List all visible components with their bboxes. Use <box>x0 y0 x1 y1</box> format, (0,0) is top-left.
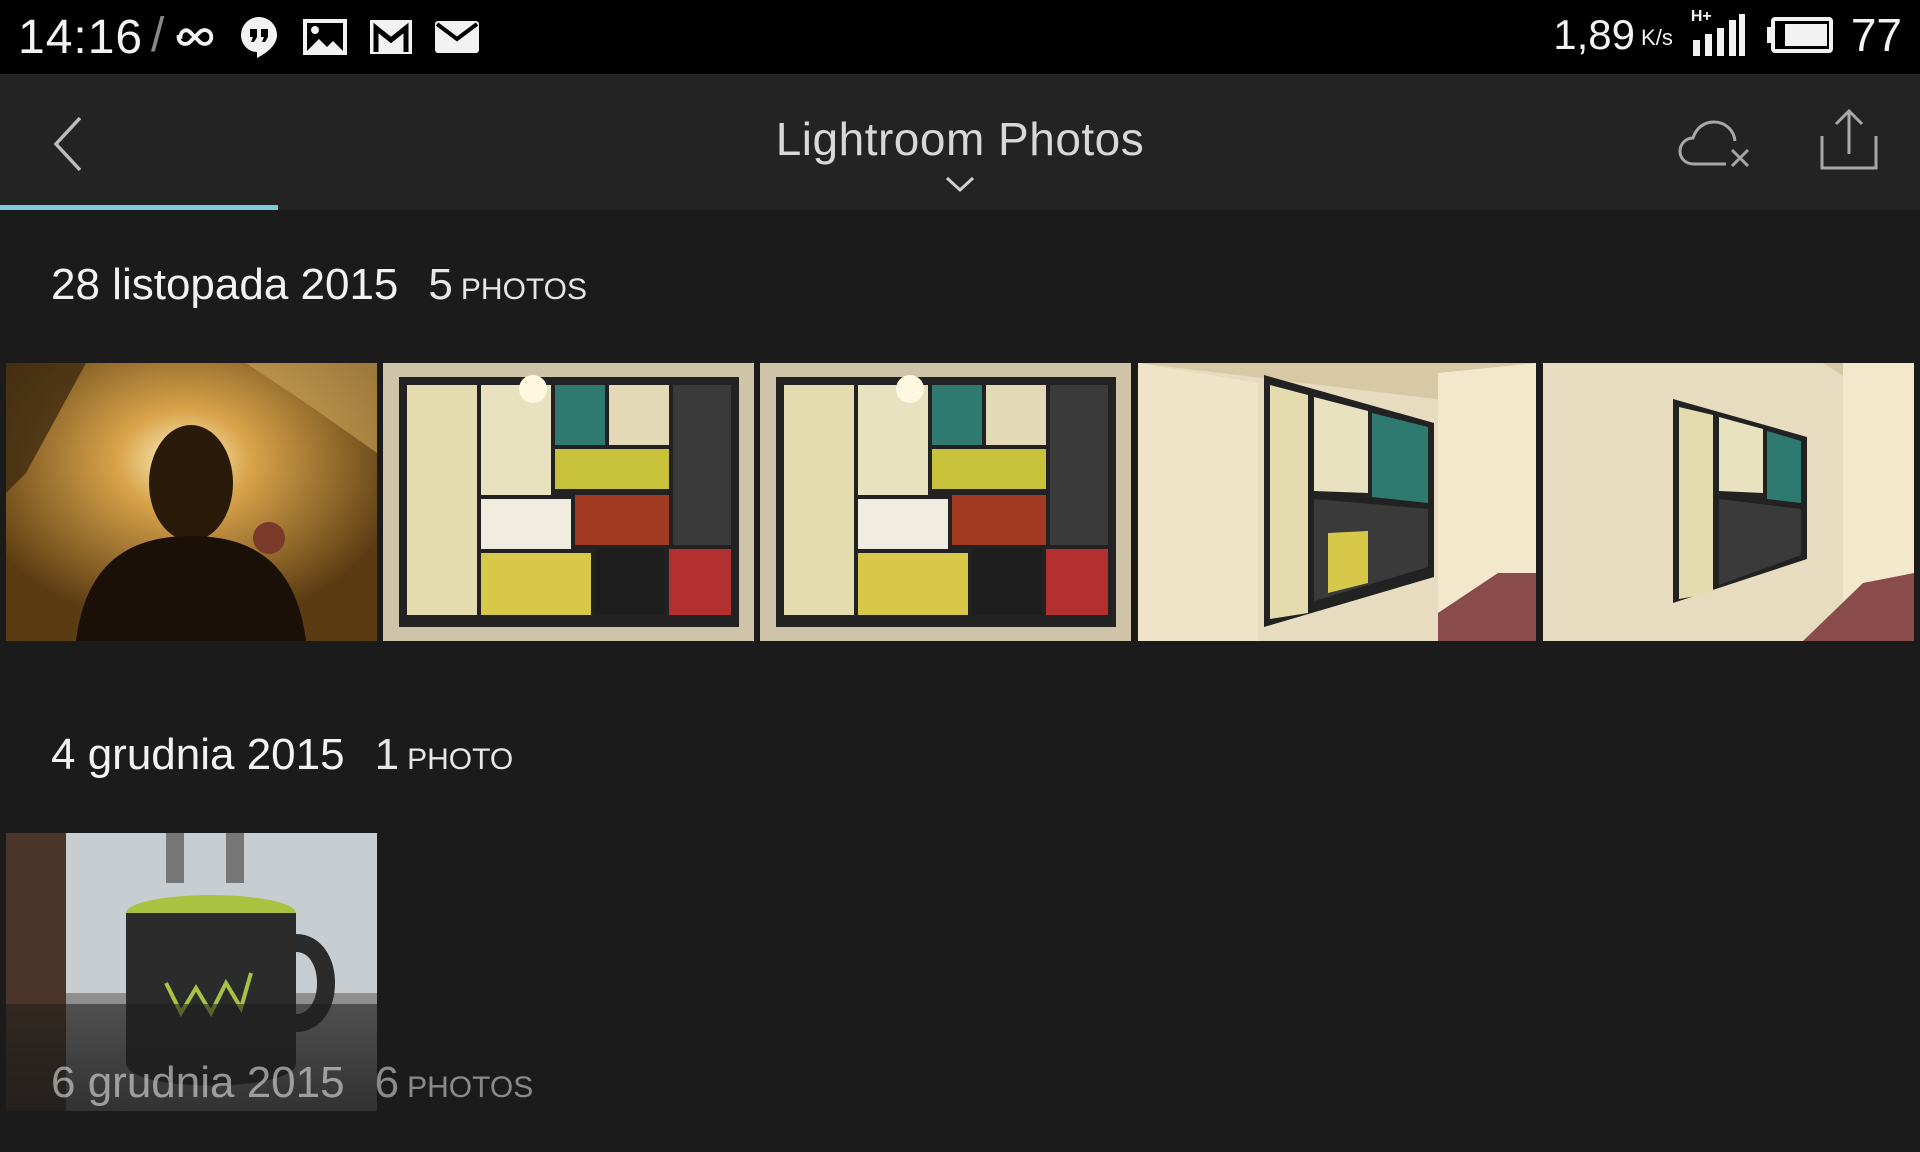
infinity-icon <box>168 14 218 60</box>
ticket-wall-photo <box>760 363 1131 641</box>
status-time: 14:16 <box>18 11 144 64</box>
cloud-sync-button[interactable] <box>1676 112 1756 174</box>
battery-level: 77 <box>1850 9 1902 61</box>
battery-icon <box>1765 15 1833 55</box>
app-bar: Lightroom Photos <box>0 74 1920 210</box>
section-count-label: PHOTOS <box>407 1071 534 1104</box>
section-count: 1 PHOTO <box>374 730 514 779</box>
section-date: 28 listopada 2015 <box>51 260 399 309</box>
chevron-down-icon[interactable] <box>944 174 976 194</box>
status-separator: / <box>151 9 165 62</box>
loading-progress <box>0 205 1920 210</box>
net-speed: 1,89 K/s <box>1553 11 1673 58</box>
ticket-wall-angled-photo <box>1138 363 1536 641</box>
section-date: 6 grudnia 2015 <box>51 1058 345 1107</box>
ticket-wall-photo <box>383 363 754 641</box>
section-header: 28 listopada 2015 5 PHOTOS <box>51 260 587 310</box>
share-button[interactable] <box>1818 106 1880 172</box>
status-bar: 14:16 / 1,89 K/s H+ 77 <box>0 0 1920 74</box>
net-speed-unit: K/s <box>1641 25 1673 50</box>
gallery-icon <box>300 14 350 60</box>
loading-progress-fill <box>0 205 279 210</box>
section-count: 5 PHOTOS <box>428 260 588 309</box>
portrait-photo <box>6 363 377 641</box>
section-header: 6 grudnia 2015 6 PHOTOS <box>51 1058 533 1108</box>
section-header: 4 grudnia 2015 1 PHOTO <box>51 730 513 780</box>
section-count-label: PHOTOS <box>460 273 588 306</box>
status-right: 1,89 K/s H+ 77 <box>1553 8 1902 61</box>
photo-thumbnail[interactable] <box>6 363 377 641</box>
photo-thumbnail[interactable] <box>383 363 754 641</box>
title-area[interactable]: Lightroom Photos <box>0 112 1920 166</box>
photo-thumbnail[interactable] <box>1138 363 1536 641</box>
photo-thumbnail[interactable] <box>760 363 1131 641</box>
section-count: 6 PHOTOS <box>374 1058 534 1107</box>
photo-thumbnail[interactable] <box>1543 363 1914 641</box>
mail-icon <box>432 14 482 60</box>
section-date: 4 grudnia 2015 <box>51 730 345 779</box>
ticket-wall-angled-photo <box>1543 363 1914 641</box>
hangouts-icon <box>234 14 284 60</box>
page-title[interactable]: Lightroom Photos <box>776 113 1145 165</box>
signal-icon: H+ <box>1691 8 1747 58</box>
gmail-icon <box>366 14 416 60</box>
section-count-label: PHOTO <box>407 743 514 776</box>
share-icon <box>1820 108 1878 170</box>
cloud-off-icon <box>1678 120 1750 168</box>
notification-icons <box>168 14 482 60</box>
